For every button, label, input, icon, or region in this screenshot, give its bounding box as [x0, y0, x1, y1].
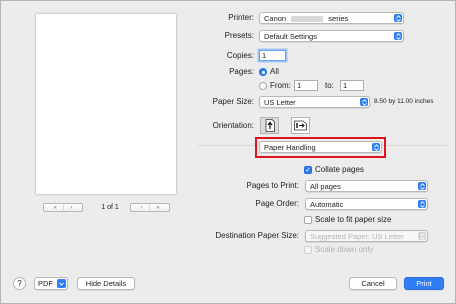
scale-down-only-label: Scale down only	[315, 245, 374, 254]
pages-to-print-value: All pages	[310, 181, 341, 191]
destination-paper-size-value: Suggested Paper: US Letter	[310, 231, 404, 241]
pages-all-label: All	[270, 67, 279, 76]
hide-details-button[interactable]: Hide Details	[77, 277, 135, 290]
page-order-value: Automatic	[310, 199, 344, 209]
presets-popup[interactable]: Default Settings	[259, 30, 404, 42]
pages-to-print-label: Pages to Print:	[246, 181, 299, 190]
pages-to-field[interactable]: 1	[340, 80, 364, 91]
page-preview	[36, 14, 176, 194]
help-button[interactable]: ?	[13, 277, 26, 290]
presets-label: Presets:	[224, 31, 254, 40]
pages-range-radio[interactable]	[259, 82, 267, 90]
chevron-updown-icon	[372, 143, 380, 151]
scale-to-fit-label: Scale to fit paper size	[315, 215, 392, 224]
portrait-orientation-icon	[265, 119, 275, 132]
preview-nav-forward-group: › | »	[130, 203, 170, 212]
printer-popup[interactable]: Canon series	[259, 12, 404, 24]
presets-value: Default Settings	[264, 31, 317, 41]
paper-size-popup[interactable]: US Letter	[259, 96, 370, 108]
page-order-popup[interactable]: Automatic	[305, 198, 428, 210]
paper-size-label: Paper Size:	[212, 97, 254, 106]
scale-down-only-checkbox[interactable]	[304, 246, 312, 254]
pdf-menu-button[interactable]: PDF	[34, 277, 68, 290]
printer-name-redacted	[291, 15, 324, 22]
printer-name-suffix: series	[328, 13, 349, 23]
chevron-updown-icon	[394, 32, 402, 40]
next-page-button[interactable]: ›	[138, 205, 146, 211]
paper-size-value: US Letter	[264, 97, 296, 107]
copies-label: Copies:	[226, 51, 254, 60]
section-popup[interactable]: Paper Handling	[259, 141, 382, 153]
chevron-updown-icon	[418, 182, 426, 190]
pages-all-radio[interactable]	[259, 68, 267, 76]
printer-name-prefix: Canon	[264, 13, 287, 23]
chevron-updown-icon	[394, 14, 402, 22]
copies-field[interactable]: 1	[259, 50, 286, 61]
pages-to-label: to:	[325, 81, 334, 90]
checkmark-icon: ✓	[305, 166, 311, 174]
help-icon: ?	[17, 279, 22, 288]
chevron-down-icon	[57, 279, 66, 288]
chevron-updown-icon	[418, 232, 426, 240]
section-popup-value: Paper Handling	[264, 142, 316, 152]
chevron-updown-icon	[418, 200, 426, 208]
pages-label: Pages:	[229, 67, 254, 76]
chevron-updown-icon	[360, 98, 368, 106]
portrait-orientation-button[interactable]	[260, 117, 279, 134]
pdf-label: PDF	[38, 279, 53, 288]
first-page-button[interactable]: «	[51, 205, 60, 211]
page-order-label: Page Order:	[255, 199, 299, 208]
pages-to-print-popup[interactable]: All pages	[305, 180, 428, 192]
destination-paper-size-label: Destination Paper Size:	[215, 231, 299, 240]
printer-label: Printer:	[228, 13, 254, 22]
print-button[interactable]: Print	[404, 277, 444, 290]
landscape-orientation-button[interactable]	[291, 117, 310, 134]
pages-from-field[interactable]: 1	[294, 80, 318, 91]
preview-nav-back-group: « | ‹	[43, 203, 83, 212]
previous-page-button[interactable]: ‹	[67, 205, 75, 211]
page-indicator: 1 of 1	[101, 204, 119, 211]
landscape-orientation-icon	[294, 120, 307, 131]
orientation-label: Orientation:	[212, 121, 254, 130]
last-page-button[interactable]: »	[153, 205, 162, 211]
cancel-button[interactable]: Cancel	[349, 277, 397, 290]
collate-label: Collate pages	[315, 165, 364, 174]
paper-size-dimensions: 8.50 by 11.00 inches	[374, 98, 434, 105]
pages-from-label: From:	[270, 81, 291, 90]
scale-to-fit-checkbox[interactable]	[304, 216, 312, 224]
destination-paper-size-popup[interactable]: Suggested Paper: US Letter	[305, 230, 428, 242]
collate-checkbox[interactable]: ✓	[304, 166, 312, 174]
